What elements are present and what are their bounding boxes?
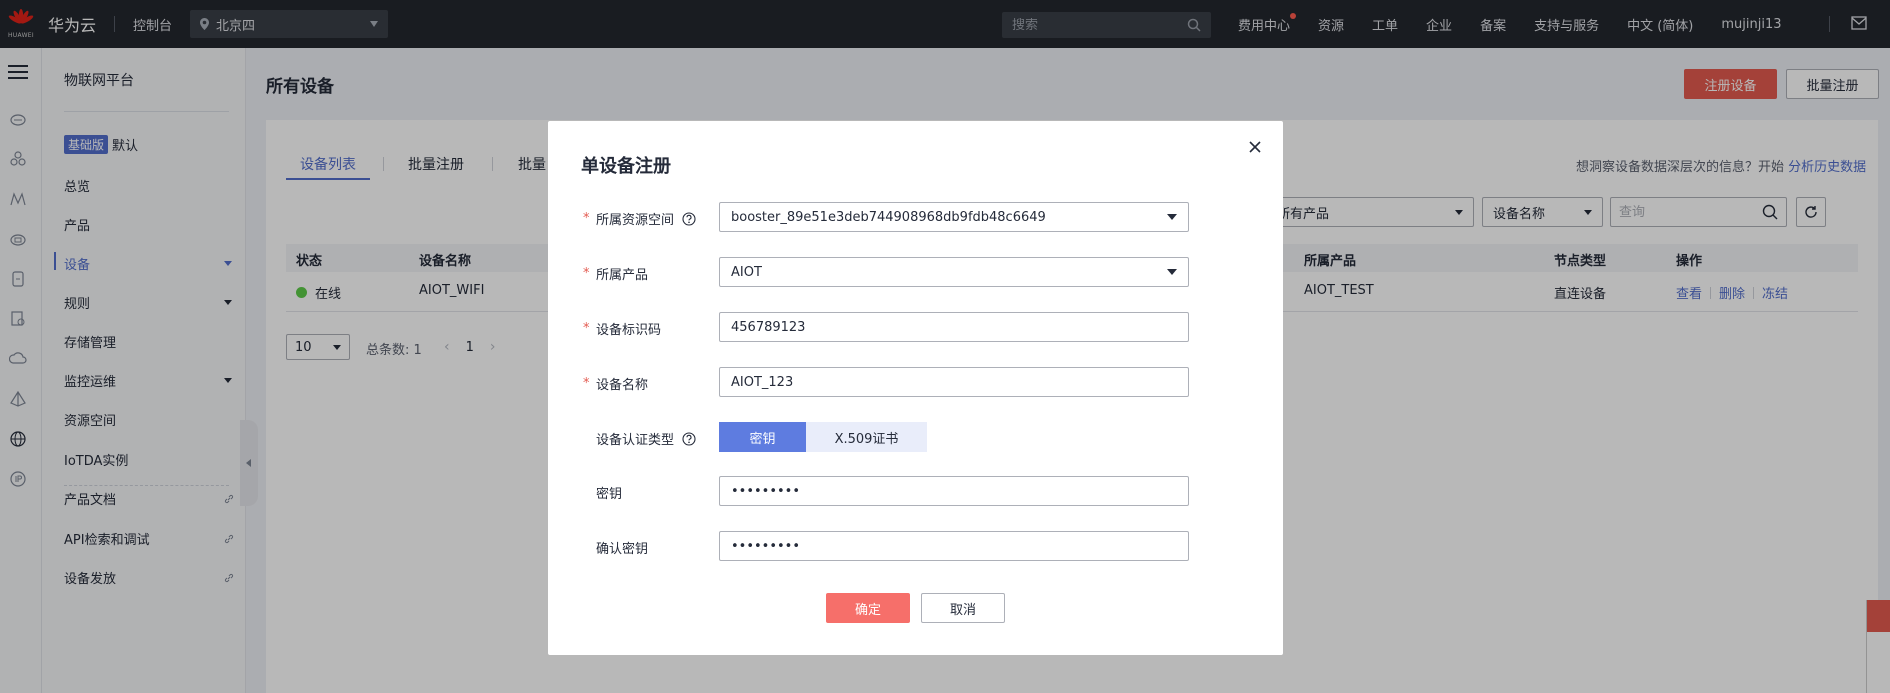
required-mark: * <box>583 376 590 391</box>
required-mark: * <box>583 211 590 226</box>
identifier-input[interactable] <box>731 319 1177 335</box>
resource-space-row: * 所属资源空间 booster_89e51e3deb744908968db9fd… <box>583 202 1223 232</box>
secret-label: 密钥 <box>596 487 623 502</box>
secret-row: 密钥 ••••••••• <box>583 476 1223 506</box>
auth-type-label: 设备认证类型 <box>583 429 696 448</box>
required-mark: * <box>583 266 590 281</box>
help-icon[interactable] <box>682 211 696 226</box>
secret-input[interactable]: ••••••••• <box>731 484 800 499</box>
auth-option-x509[interactable]: X.509证书 <box>806 422 927 452</box>
auth-type-row: 设备认证类型 密钥 X.509证书 <box>583 422 1223 452</box>
identifier-row: * 设备标识码 <box>583 312 1223 342</box>
confirm-secret-input[interactable]: ••••••••• <box>731 539 800 554</box>
device-name-input[interactable] <box>731 374 1177 390</box>
secret-input-box[interactable]: ••••••••• <box>719 476 1189 506</box>
product-select[interactable]: AIOT <box>719 257 1189 287</box>
confirm-secret-input-box[interactable]: ••••••••• <box>719 531 1189 561</box>
auth-option-secret[interactable]: 密钥 <box>719 422 806 452</box>
required-mark: * <box>583 321 590 336</box>
confirm-secret-label: 确认密钥 <box>596 542 649 557</box>
confirm-secret-row: 确认密钥 ••••••••• <box>583 531 1223 561</box>
product-row: * 所属产品 AIOT <box>583 257 1223 287</box>
confirm-button[interactable]: 确定 <box>826 593 910 623</box>
identifier-input-box[interactable] <box>719 312 1189 342</box>
chevron-down-icon <box>1167 269 1177 275</box>
close-icon[interactable] <box>1248 140 1262 154</box>
single-device-register-dialog: 单设备注册 * 所属资源空间 booster_89e51e3deb74490896… <box>548 121 1283 655</box>
device-name-label: * 设备名称 <box>583 376 649 393</box>
chevron-down-icon <box>1167 214 1177 220</box>
resource-space-select[interactable]: booster_89e51e3deb744908968db9fdb48c6649 <box>719 202 1189 232</box>
auth-type-segmented: 密钥 X.509证书 <box>719 422 927 452</box>
resource-space-label: * 所属资源空间 <box>583 209 696 228</box>
help-icon[interactable] <box>682 431 696 446</box>
device-name-input-box[interactable] <box>719 367 1189 397</box>
dialog-title: 单设备注册 <box>581 156 671 177</box>
device-name-row: * 设备名称 <box>583 367 1223 397</box>
product-label: * 所属产品 <box>583 266 649 283</box>
cancel-button[interactable]: 取消 <box>921 593 1005 623</box>
identifier-label: * 设备标识码 <box>583 321 662 338</box>
